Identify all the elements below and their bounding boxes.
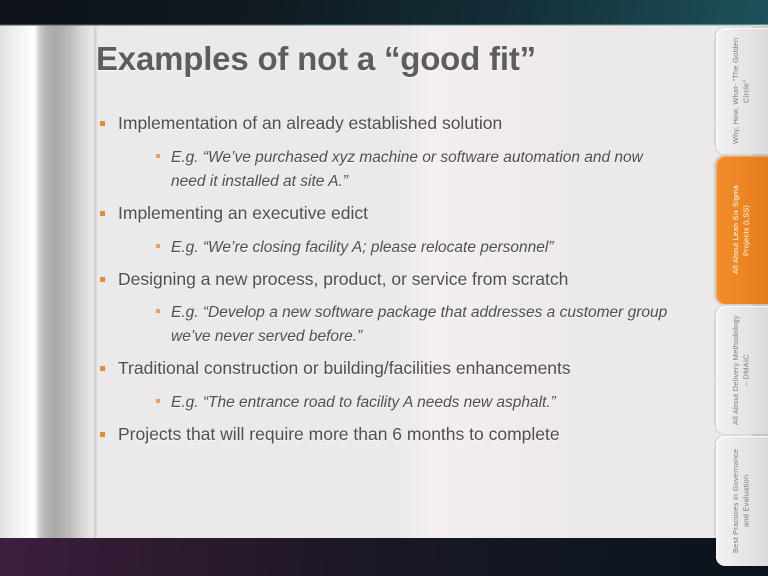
list-item: Implementation of an already established… <box>100 112 700 145</box>
list-item: Designing a new process, product, or ser… <box>100 268 700 301</box>
list-item: E.g. “The entrance road to facility A ne… <box>100 391 700 423</box>
bullet-square-icon <box>100 366 105 372</box>
presentation-slide: Examples of not a “good fit” Implementat… <box>0 0 768 576</box>
list-item: Traditional construction or building/fac… <box>100 357 700 390</box>
bullet-square-icon <box>156 309 160 314</box>
tab-lean-six-sigma-projects[interactable]: All About Lean Six Sigma Projects (LSS) <box>716 156 768 304</box>
list-item: E.g. “We’ve purchased xyz machine or sof… <box>100 146 700 202</box>
tab-delivery-methodology-dmaic[interactable]: All About Delivery Methodology – DMAIC <box>716 306 768 434</box>
page-title: Examples of not a “good fit” <box>96 40 536 77</box>
list-item-label: E.g. “We’re closing facility A; please r… <box>171 238 554 256</box>
list-item-label: Traditional construction or building/fac… <box>118 358 571 379</box>
slide-top-highlight <box>0 24 768 26</box>
list-item-label: E.g. “Develop a new software package tha… <box>171 304 668 346</box>
tab-best-practices-governance[interactable]: Best Practices in Governance and Evaluat… <box>716 436 768 566</box>
bullet-square-icon <box>156 243 160 248</box>
tab-label: All About Lean Six Sigma Projects (LSS) <box>731 185 751 275</box>
bullet-square-icon <box>100 121 105 126</box>
list-item-label: Designing a new process, product, or ser… <box>118 268 569 289</box>
list-item-label: Projects that will require more than 6 m… <box>118 424 560 445</box>
bullet-square-icon <box>156 153 160 158</box>
slide-bottom-bar <box>0 538 768 576</box>
tab-golden-circle[interactable]: Why, How, What- “The Golden Circle” <box>716 28 768 154</box>
bullet-square-icon <box>100 432 105 438</box>
list-item: E.g. “Develop a new software package tha… <box>100 301 700 357</box>
list-item: Projects that will require more than 6 m… <box>100 423 700 456</box>
tab-label: All About Delivery Methodology – DMAIC <box>731 315 751 425</box>
list-item-label: E.g. “The entrance road to facility A ne… <box>171 394 556 412</box>
list-item-label: E.g. “We’ve purchased xyz machine or sof… <box>171 148 643 190</box>
slide-top-bar <box>0 0 768 25</box>
list-item-label: Implementing an executive edict <box>118 202 368 223</box>
section-tab-strip: Why, How, What- “The Golden Circle” All … <box>700 25 768 566</box>
bullet-square-icon <box>156 399 160 404</box>
bullet-list: Implementation of an already established… <box>100 112 700 512</box>
list-item: Implementing an executive edict <box>100 202 700 235</box>
list-item-label: Implementation of an already established… <box>118 113 503 133</box>
bullet-square-icon <box>100 210 105 216</box>
bullet-square-icon <box>100 276 105 282</box>
tab-label: Best Practices in Governance and Evaluat… <box>731 448 751 554</box>
tab-label: Why, How, What- “The Golden Circle” <box>731 37 751 145</box>
list-item: E.g. “We’re closing facility A; please r… <box>100 236 700 268</box>
